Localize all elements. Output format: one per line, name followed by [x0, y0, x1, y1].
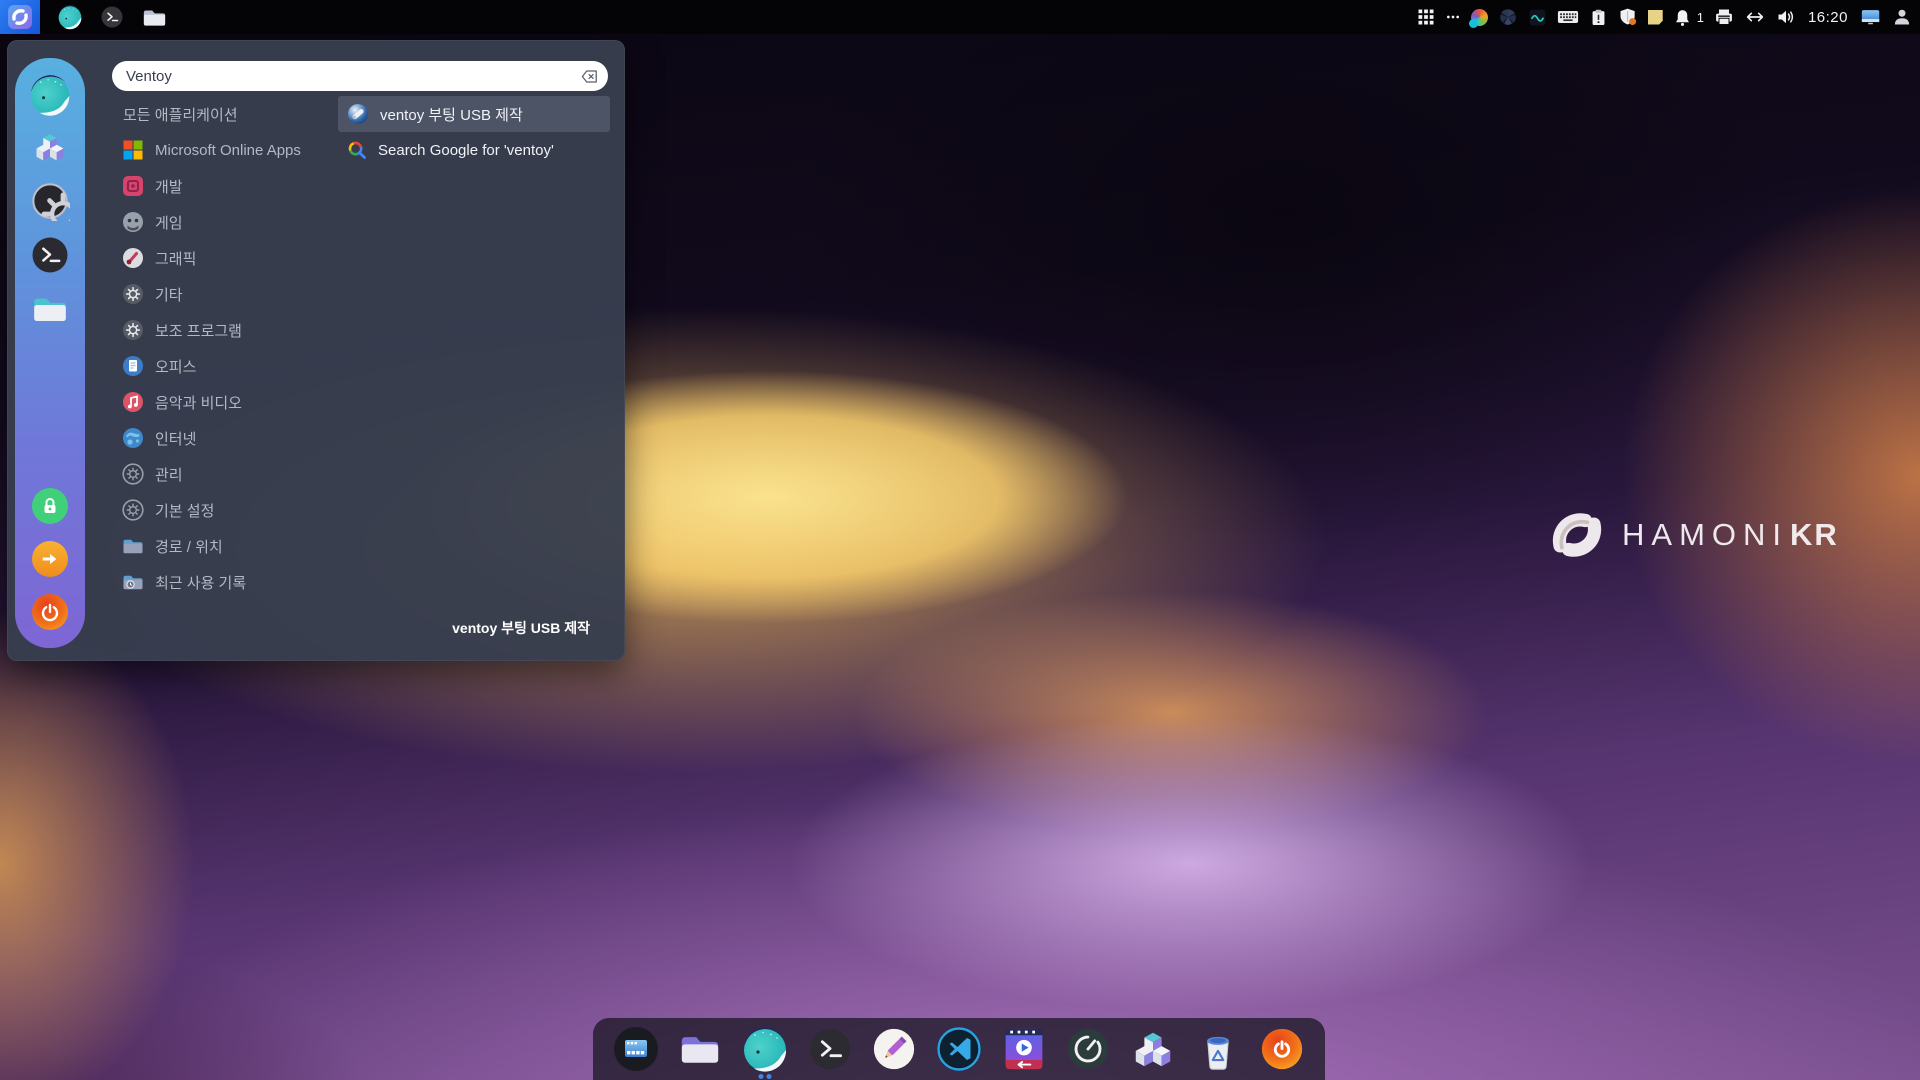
category-item-music-video[interactable]: 음악과 비디오 [111, 384, 329, 420]
development-icon [121, 174, 145, 198]
dock-whale-browser-icon[interactable] [739, 1023, 791, 1075]
dock-show-desktop-icon[interactable] [610, 1023, 662, 1075]
category-item-all[interactable]: 모든 애플리케이션 [111, 96, 329, 132]
dock-text-editor-icon[interactable] [868, 1023, 920, 1075]
sidebar-settings-icon[interactable] [30, 181, 70, 221]
whale-browser-icon[interactable] [57, 4, 83, 30]
category-list: 모든 애플리케이션 Microsoft Online Apps 개발 [111, 96, 329, 600]
clock[interactable]: 16:20 [1806, 9, 1850, 26]
wave-app-icon[interactable] [1528, 8, 1547, 27]
sidebar-files-icon[interactable] [30, 289, 70, 329]
games-icon [121, 210, 145, 234]
category-item-recent[interactable]: 최근 사용 기록 [111, 564, 329, 600]
search-results: ventoy 부팅 USB 제작 Search Google for 'vent… [338, 96, 610, 168]
places-folder-icon [121, 534, 145, 558]
dock-trash-icon[interactable] [1192, 1023, 1244, 1075]
dock [593, 1018, 1325, 1080]
notification-count: 1 [1697, 10, 1704, 25]
recent-folder-icon [121, 570, 145, 594]
file-manager-icon[interactable] [141, 4, 168, 31]
graphics-icon [121, 246, 145, 270]
search-box [112, 61, 608, 91]
screen: HAMONIKR [0, 0, 1920, 1080]
dock-system-monitor-icon[interactable] [1062, 1023, 1114, 1075]
system-tray: 1 16:20 [1417, 6, 1920, 28]
volume-icon[interactable] [1776, 7, 1796, 27]
printer-icon[interactable] [1714, 7, 1734, 27]
category-item-places[interactable]: 경로 / 위치 [111, 528, 329, 564]
hamonikr-logo: HAMONIKR [1548, 506, 1839, 564]
shield-icon[interactable] [1618, 7, 1638, 27]
dock-terminal-icon[interactable] [804, 1023, 856, 1075]
taskbar [0, 0, 168, 34]
menu-status-text: ventoy 부팅 USB 제작 [452, 618, 590, 638]
category-item-development[interactable]: 개발 [111, 168, 329, 204]
shutter-icon[interactable] [1498, 7, 1518, 27]
music-video-icon [121, 390, 145, 414]
clipboard-icon[interactable] [1589, 8, 1608, 27]
hamonikr-logo-text: HAMONIKR [1622, 517, 1839, 553]
terminal-icon[interactable] [100, 5, 124, 29]
notification-bell-icon[interactable] [1673, 8, 1692, 27]
internet-globe-icon [121, 426, 145, 450]
category-item-preferences[interactable]: 기본 설정 [111, 492, 329, 528]
logout-arrow-icon [40, 549, 60, 569]
dock-boxes-icon[interactable] [1127, 1023, 1179, 1075]
category-item-graphics[interactable]: 그래픽 [111, 240, 329, 276]
user-icon[interactable] [1892, 7, 1912, 27]
microsoft-icon [121, 138, 145, 162]
lock-icon [40, 496, 60, 516]
hamonikr-logo-mark-icon [1548, 506, 1606, 564]
logout-button[interactable] [32, 541, 68, 577]
menu-sidebar [15, 58, 85, 648]
menu-button-logo-icon [7, 4, 33, 30]
category-item-internet[interactable]: 인터넷 [111, 420, 329, 456]
top-panel: 1 16:20 [0, 0, 1920, 34]
keyboard-icon[interactable] [1557, 6, 1579, 28]
category-item-accessories[interactable]: 보조 프로그램 [111, 312, 329, 348]
other-gear-icon [121, 282, 145, 306]
overflow-menu-icon[interactable] [1445, 9, 1461, 25]
ventoy-icon [347, 103, 369, 125]
app-menu: 모든 애플리케이션 Microsoft Online Apps 개발 [7, 40, 625, 661]
search-result-ventoy[interactable]: ventoy 부팅 USB 제작 [338, 96, 610, 132]
google-search-icon [347, 140, 367, 160]
dock-file-manager-icon[interactable] [674, 1023, 726, 1075]
search-result-google[interactable]: Search Google for 'ventoy' [338, 132, 610, 168]
input-method-icon[interactable] [1471, 9, 1488, 26]
office-icon [121, 354, 145, 378]
search-input[interactable] [112, 61, 608, 91]
power-icon [40, 602, 60, 622]
menu-button[interactable] [0, 0, 40, 34]
app-grid-icon[interactable] [1417, 8, 1435, 26]
accessories-gear-icon [121, 318, 145, 342]
sticky-note-icon[interactable] [1648, 10, 1663, 25]
sidebar-whale-browser-icon[interactable] [28, 73, 72, 117]
sidebar-terminal-icon[interactable] [30, 235, 70, 275]
category-item-other[interactable]: 기타 [111, 276, 329, 312]
category-item-office[interactable]: 오피스 [111, 348, 329, 384]
administration-gear-icon [121, 462, 145, 486]
sidebar-boxes-icon[interactable] [32, 129, 68, 165]
category-item-administration[interactable]: 관리 [111, 456, 329, 492]
preferences-gear-icon [121, 498, 145, 522]
shutdown-button[interactable] [32, 594, 68, 630]
dock-vscode-icon[interactable] [933, 1023, 985, 1075]
network-arrows-icon[interactable] [1744, 6, 1766, 28]
dock-power-icon[interactable] [1256, 1023, 1308, 1075]
lock-screen-button[interactable] [32, 488, 68, 524]
category-item-msonline[interactable]: Microsoft Online Apps [111, 132, 329, 168]
display-icon[interactable] [1860, 6, 1882, 28]
search-clear-icon[interactable] [580, 67, 599, 91]
running-indicator [758, 1074, 771, 1079]
category-item-games[interactable]: 게임 [111, 204, 329, 240]
dock-media-player-icon[interactable] [998, 1023, 1050, 1075]
